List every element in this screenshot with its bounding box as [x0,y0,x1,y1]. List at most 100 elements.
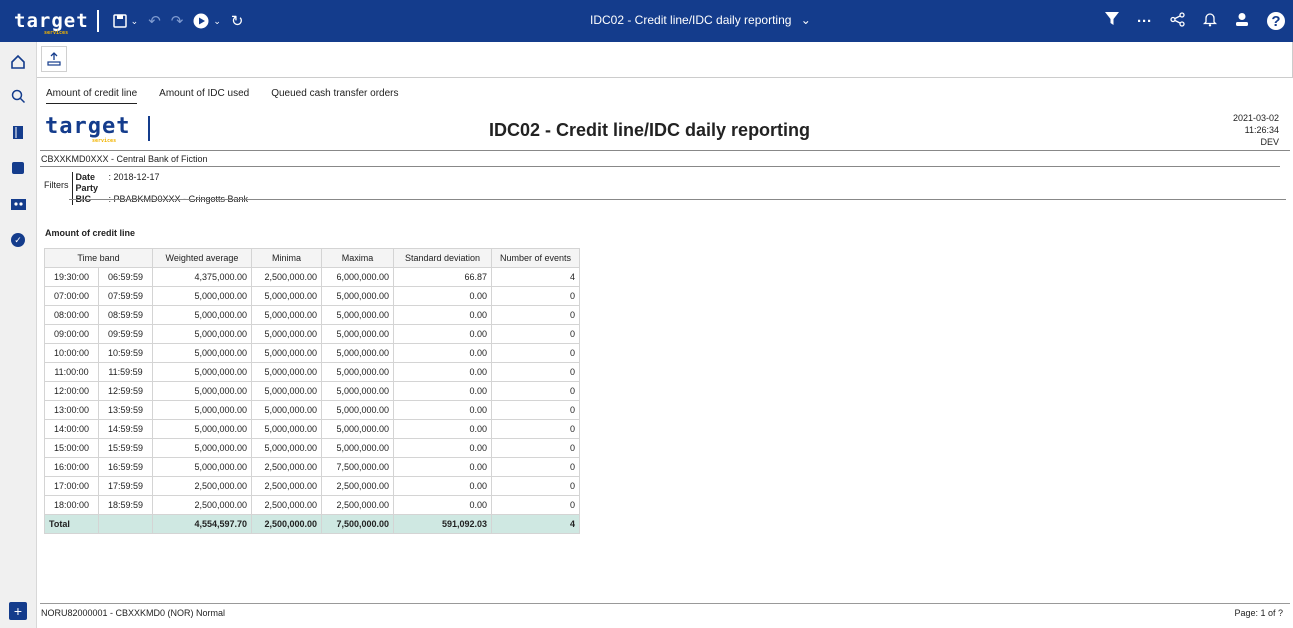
table-cell: 0 [491,476,580,496]
team-content-icon[interactable] [8,194,28,214]
table-cell: 0 [491,343,580,363]
table-cell: 08:00:00 [44,305,99,325]
report-time: 11:26:34 [1244,125,1279,135]
top-bar-actions: ··· ? [1105,0,1285,42]
table-cell: 5,000,000.00 [251,400,322,420]
col-header: Maxima [321,248,394,268]
total-cell: 591,092.03 [393,514,492,534]
home-icon[interactable] [8,52,28,72]
table-cell: 11:59:59 [98,362,153,382]
bank-name: CBXXKMD0XXX - Central Bank of Fiction [41,154,208,164]
divider [40,150,1290,151]
table-cell: 5,000,000.00 [321,438,394,458]
table-cell: 10:59:59 [98,343,153,363]
table-cell: 17:59:59 [98,476,153,496]
total-label: Total [44,514,99,534]
table-cell: 66.87 [393,267,492,287]
table-cell: 0 [491,286,580,306]
add-icon[interactable]: + [9,602,27,620]
redo-icon[interactable]: ↷ [171,12,184,30]
filter-icon[interactable] [1105,12,1119,30]
table-cell: 0 [491,457,580,477]
table-cell: 5,000,000.00 [321,381,394,401]
filter-party-label: Party BIC [75,183,99,204]
table-cell: 17:00:00 [44,476,99,496]
filters-label: Filters [44,180,69,190]
table-row: 10:00:00 10:59:59 5,000,000.00 5,000,000.00… [44,343,580,363]
divider [40,166,1280,167]
report-meta: 2021-03-02 11:26:34 DEV [1233,112,1279,148]
table-cell: 16:59:59 [98,457,153,477]
report-env: DEV [1260,137,1279,147]
report-date: 2021-03-02 [1232,113,1279,123]
table-row: 18:00:00 18:59:59 2,500,000.00 2,500,000.00… [44,495,580,515]
table-cell: 0.00 [393,362,492,382]
undo-icon[interactable]: ↶ [148,12,161,30]
table-cell: 12:59:59 [98,381,153,401]
table-cell: 13:00:00 [44,400,99,420]
report-logo-bar [148,116,150,141]
table-cell: 2,500,000.00 [321,495,394,515]
col-header: Time band [44,248,153,268]
report-selector[interactable]: IDC02 - Credit line/IDC daily reporting … [590,13,811,27]
table-cell: 12:00:00 [44,381,99,401]
table-cell: 0.00 [393,324,492,344]
play-icon[interactable] [193,13,209,29]
filter-date-label: Date [75,172,96,182]
page-indicator: Page: 1 of ? [1234,608,1283,618]
table-cell: 0 [491,438,580,458]
refresh-icon[interactable]: ↻ [231,12,244,30]
credit-line-table: Time band Weighted average Minima Maxima… [44,248,580,534]
chevron-down-icon[interactable]: ⌄ [131,16,139,27]
total-row: Total 4,554,597.70 2,500,000.00 7,500,000.0… [44,514,580,534]
table-cell: 07:00:00 [44,286,99,306]
share-icon[interactable] [1170,11,1185,31]
table-cell: 0.00 [393,286,492,306]
tab-amount-of-credit-line[interactable]: Amount of credit line [46,88,138,104]
table-cell: 5,000,000.00 [251,286,322,306]
help-icon[interactable]: ? [1267,12,1285,30]
folder-icon[interactable] [8,158,28,178]
table-row: 13:00:00 13:59:59 5,000,000.00 5,000,000.00… [44,400,580,420]
table-row: 15:00:00 15:59:59 5,000,000.00 5,000,000.00… [44,438,580,458]
search-icon[interactable] [8,86,28,106]
table-cell: 5,000,000.00 [251,438,322,458]
table-cell: 5,000,000.00 [251,419,322,439]
table-cell: 0.00 [393,419,492,439]
table-row: 19:30:00 06:59:59 4,375,000.00 2,500,000.00… [44,267,580,287]
total-cell [98,514,153,534]
table-cell: 0 [491,305,580,325]
table-cell: 11:00:00 [44,362,99,382]
check-circle-icon[interactable]: ✓ [8,230,28,250]
total-cell: 2,500,000.00 [251,514,322,534]
book-icon[interactable] [8,122,28,142]
ellipsis-icon[interactable]: ··· [1137,13,1152,30]
report-title: IDC02 - Credit line/IDC daily reporting [489,120,811,140]
floppy-disk-icon[interactable] [112,14,127,28]
table-cell: 18:00:00 [44,495,99,515]
tab-amount-of-idc-used[interactable]: Amount of IDC used [159,88,249,104]
tab-queued-cash-transfer-orders[interactable]: Queued cash transfer orders [271,88,398,104]
table-cell: 2,500,000.00 [321,476,394,496]
total-cell: 7,500,000.00 [321,514,394,534]
table-cell: 19:30:00 [44,267,99,287]
filters-block: Filters Date: 2018-12-17 Party BIC: PBAB… [44,172,248,205]
table-cell: 5,000,000.00 [152,457,252,477]
report-toolbar [37,42,1293,78]
filter-date-value: : 2018-12-17 [108,172,160,182]
report-selector-label: IDC02 - Credit line/IDC daily reporting [590,13,792,27]
table-cell: 2,500,000.00 [251,476,322,496]
table-cell: 7,500,000.00 [321,457,394,477]
table-cell: 4,375,000.00 [152,267,252,287]
bell-icon[interactable] [1202,12,1218,31]
export-button[interactable] [41,46,67,72]
total-cell: 4,554,597.70 [152,514,252,534]
table-cell: 2,500,000.00 [251,457,322,477]
chevron-down-icon[interactable]: ⌄ [213,16,221,27]
user-icon[interactable] [1235,12,1249,31]
table-cell: 5,000,000.00 [152,324,252,344]
table-cell: 5,000,000.00 [251,362,322,382]
brand-logo: target services [14,10,89,36]
table-cell: 5,000,000.00 [251,324,322,344]
table-cell: 5,000,000.00 [152,362,252,382]
